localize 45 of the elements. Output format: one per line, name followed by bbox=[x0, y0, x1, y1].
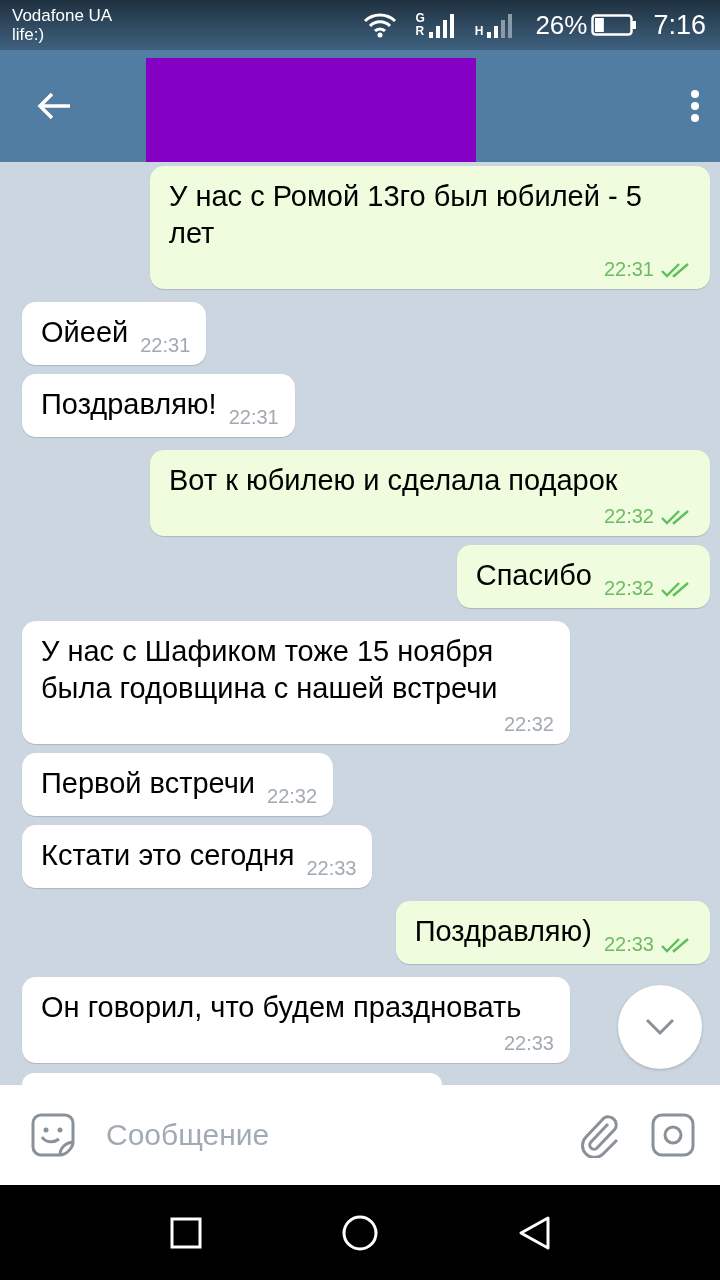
triangle-icon bbox=[517, 1214, 551, 1251]
battery-percent: 26% bbox=[535, 9, 588, 41]
back-arrow-icon bbox=[36, 91, 72, 121]
message-time: 22:32 bbox=[603, 577, 654, 600]
message-time: 22:33 bbox=[306, 857, 357, 880]
message-time: 22:33 bbox=[503, 1032, 554, 1055]
more-menu-button[interactable] bbox=[690, 89, 700, 123]
message-text: У нас с Шафиком тоже 15 ноября была годовщина с нашей встречи bbox=[41, 634, 499, 706]
message-text: Он говорил, что будем праздновать bbox=[41, 990, 523, 1025]
network-type-label: H bbox=[474, 25, 484, 38]
battery-icon bbox=[591, 13, 638, 37]
sticker-button[interactable] bbox=[30, 1112, 76, 1158]
back-button[interactable] bbox=[36, 91, 72, 121]
message-text: Поздравляю) bbox=[414, 914, 592, 949]
home-button[interactable] bbox=[341, 1213, 379, 1252]
message-time: 22:31 bbox=[603, 258, 654, 281]
message-text: Кстати это сегодня bbox=[41, 838, 295, 873]
message-text: Поздравляю! bbox=[41, 387, 217, 422]
message-time: 22:32 bbox=[267, 785, 318, 808]
back-nav-button[interactable] bbox=[517, 1214, 551, 1251]
signal-icon bbox=[426, 12, 457, 38]
more-icon bbox=[690, 89, 700, 123]
message-text: Спасибо bbox=[475, 558, 592, 593]
message-time: 22:32 bbox=[603, 505, 654, 528]
carrier-name: life:) bbox=[12, 25, 46, 44]
chevron-down-icon bbox=[645, 1018, 675, 1036]
camera-icon bbox=[650, 1112, 696, 1158]
network-type-label: G bbox=[415, 12, 425, 25]
message-time: 22:31 bbox=[228, 406, 279, 429]
message-text: Ойеей bbox=[41, 315, 129, 350]
recent-apps-button[interactable] bbox=[169, 1215, 203, 1250]
circle-icon bbox=[341, 1213, 379, 1252]
wifi-icon bbox=[363, 12, 398, 38]
message-time: 22:32 bbox=[503, 713, 554, 736]
sticker-icon bbox=[30, 1112, 76, 1158]
message-text: Вот к юбилею и сделала подарок bbox=[169, 463, 619, 498]
message-text: У нас с Ромой 13го был юбилей - 5 лет bbox=[169, 179, 643, 251]
network-type-label: R bbox=[415, 25, 425, 38]
square-icon bbox=[169, 1215, 203, 1250]
carrier-name: Vodafone UA bbox=[12, 6, 114, 25]
message-time: 22:33 bbox=[603, 933, 654, 956]
clock: 7:16 bbox=[653, 9, 706, 41]
message-text: Первой встречи bbox=[41, 766, 256, 801]
camera-button[interactable] bbox=[650, 1112, 696, 1158]
message-time: 22:31 bbox=[140, 334, 191, 357]
